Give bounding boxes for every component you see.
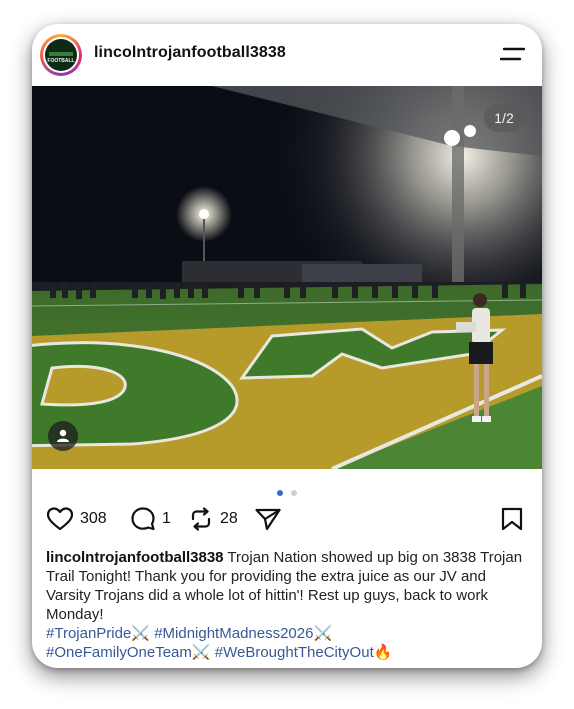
post-username[interactable]: lincolntrojanfootball3838 [94, 44, 286, 62]
hashtag-link[interactable]: #OneFamilyOneTeam [46, 644, 192, 661]
bookmark-icon [501, 507, 523, 531]
caption-username[interactable]: lincolntrojanfootball3838 [46, 549, 224, 566]
carousel-dot[interactable] [291, 490, 298, 496]
comment-button[interactable]: 1 [130, 506, 176, 532]
post-card: FOOTBALL lincolntrojanfootball3838 1/2 3… [32, 24, 542, 668]
like-button[interactable]: 308 [46, 506, 116, 532]
repost-count: 28 [220, 510, 238, 527]
comment-count: 1 [162, 510, 171, 527]
avatar-logo-text: FOOTBALL [47, 58, 75, 64]
share-button[interactable] [254, 506, 282, 532]
repost-icon [191, 507, 211, 531]
team-logo: FOOTBALL [45, 39, 77, 71]
heart-icon [46, 507, 74, 531]
comment-icon [131, 507, 155, 531]
person-icon[interactable] [48, 421, 78, 451]
post-caption: lincolntrojanfootball3838 Trojan Nation … [46, 548, 524, 662]
like-count: 308 [80, 510, 107, 527]
hashtag-emoji: 🔥 [373, 644, 393, 661]
avatar[interactable]: FOOTBALL [40, 34, 82, 76]
hashtag-emoji: ⚔️ [313, 625, 333, 642]
save-button[interactable] [500, 506, 524, 532]
hashtag-link[interactable]: #MidnightMadness2026 [154, 625, 313, 642]
hashtag-link[interactable]: #WeBroughtTheCityOut [215, 644, 374, 661]
action-bar: 308 1 28 [32, 502, 542, 536]
hashtag-link[interactable]: #TrojanPride [46, 625, 131, 642]
hashtag-emoji: ⚔️ [191, 644, 211, 661]
menu-icon[interactable] [499, 44, 526, 64]
image-counter: 1/2 [484, 104, 524, 132]
carousel-indicator[interactable] [32, 483, 542, 496]
hashtag-emoji: ⚔️ [131, 625, 151, 642]
post-image[interactable]: 1/2 [32, 86, 542, 469]
repost-button[interactable]: 28 [188, 506, 248, 532]
send-icon [255, 508, 281, 531]
carousel-dot-active[interactable] [276, 490, 283, 496]
post-header: FOOTBALL lincolntrojanfootball3838 [32, 24, 542, 86]
